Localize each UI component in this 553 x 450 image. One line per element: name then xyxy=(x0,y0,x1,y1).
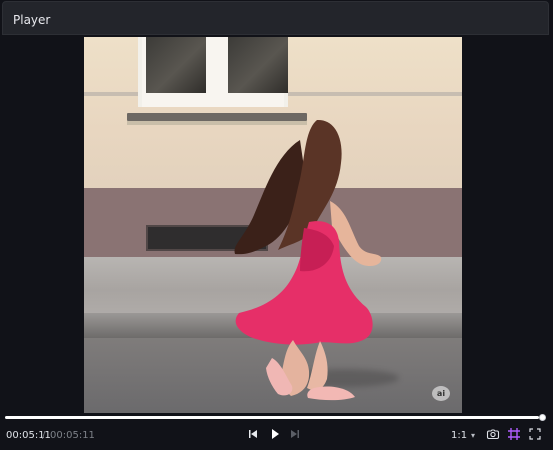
playback-controls: 00:05:11 / 00:05:11 1:1 ▾ xyxy=(0,413,553,450)
next-frame-icon[interactable] xyxy=(289,428,301,440)
previous-frame-icon[interactable] xyxy=(247,428,259,440)
watermark-logo: ai xyxy=(432,386,450,401)
timeline-handle[interactable] xyxy=(539,414,546,421)
window-pane-left xyxy=(146,37,206,93)
play-icon[interactable] xyxy=(268,427,282,441)
camera-icon[interactable] xyxy=(486,427,500,441)
time-separator: / xyxy=(42,430,46,441)
timeline-scrubber[interactable] xyxy=(5,414,546,421)
fullscreen-icon[interactable] xyxy=(528,427,542,441)
player-titlebar: Player xyxy=(2,1,549,35)
chevron-down-icon[interactable]: ▾ xyxy=(471,429,475,443)
window-pane-right xyxy=(228,37,288,93)
running-girl-image xyxy=(234,119,382,401)
player-window: Player ai 00:05:11 / 00:05:11 1:1 ▾ xyxy=(0,0,553,450)
video-frame[interactable]: ai xyxy=(84,37,462,413)
total-time: 00:05:11 xyxy=(50,430,95,441)
building-window xyxy=(138,37,288,107)
video-scene-image xyxy=(84,37,462,413)
grid-icon[interactable] xyxy=(507,427,521,441)
aspect-ratio-selector[interactable]: 1:1 xyxy=(451,429,467,443)
player-title: Player xyxy=(13,13,51,27)
